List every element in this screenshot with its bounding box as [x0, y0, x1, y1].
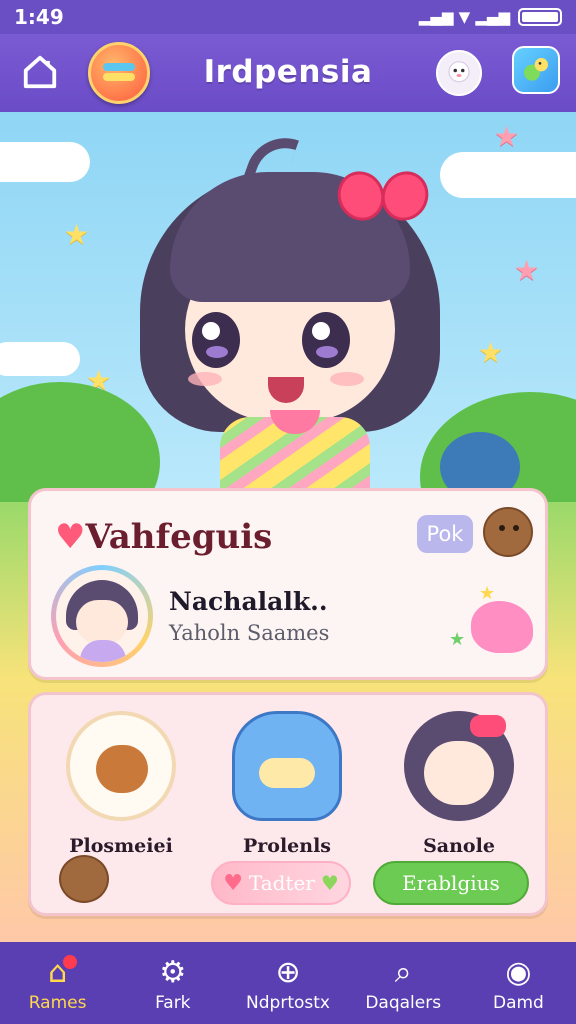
card-title: ♥Vahfeguis — [55, 517, 272, 557]
pok-badge[interactable]: Pok — [417, 515, 473, 553]
friend-label: Sanole — [423, 835, 495, 857]
add-icon: ⊕ — [275, 955, 301, 990]
avatar[interactable] — [51, 565, 153, 667]
avatar-image — [56, 570, 148, 662]
cloud — [440, 152, 576, 198]
later-button[interactable]: ♥ Tadter ♥ — [211, 861, 351, 905]
star-icon: ★ — [449, 629, 466, 650]
profile-card: ♥Vahfeguis Pok Nachalalk.. Yaholn Saames… — [28, 488, 548, 680]
bear-icon — [59, 855, 109, 903]
friends-card: Plosmeiei Prolenls Sanole ♥ Tadter ♥ Era… — [28, 692, 548, 916]
nav-item-daqalers[interactable]: ⌕ Daqalers — [346, 942, 461, 1024]
profile-icon: ◉ — [505, 955, 532, 990]
nav-item-fark[interactable]: ⚙ Fark — [115, 942, 230, 1024]
enable-button[interactable]: Erablgius — [373, 861, 529, 905]
avatar-body — [80, 640, 126, 662]
ghost-avatar-icon[interactable] — [436, 50, 482, 96]
star-icon: ★ — [514, 254, 540, 287]
cloud — [0, 142, 90, 182]
clock: 1:49 — [14, 5, 64, 29]
page-title: Irdpensia — [203, 54, 373, 90]
blush — [330, 372, 364, 386]
friend-label: Plosmeiei — [69, 835, 173, 857]
star-icon: ★ — [64, 218, 90, 251]
heart-icon: ♥ — [320, 871, 339, 895]
status-icons: ▂▄▆ ▼ ▂▄▆ — [419, 8, 562, 26]
cloud — [0, 342, 80, 376]
signal-icon: ▂▄▆ ▼ ▂▄▆ — [418, 8, 510, 26]
star-icon: ★ — [478, 336, 504, 369]
bow-icon — [338, 166, 428, 226]
heart-icon: ♥ — [223, 870, 243, 896]
app-header: Irdpensia — [0, 34, 576, 112]
profile-subtitle: Yaholn Saames — [169, 621, 330, 645]
avatar-face — [76, 600, 128, 644]
eye — [192, 312, 240, 368]
friend-item[interactable]: Plosmeiei — [51, 711, 191, 857]
app-logo-icon[interactable] — [88, 42, 150, 104]
eye — [302, 312, 350, 368]
card-title-text: Vahfeguis — [85, 517, 273, 557]
star-icon: ★ — [494, 120, 520, 153]
later-label: Tadter — [248, 871, 315, 895]
status-bar: 1:49 ▂▄▆ ▼ ▂▄▆ — [0, 0, 576, 34]
blush — [188, 372, 222, 386]
gear-icon: ⚙ — [159, 955, 187, 990]
critter-icon — [483, 507, 533, 557]
home-icon: ⌂ — [48, 953, 78, 993]
nav-label: Ndprtostx — [246, 993, 330, 1013]
search-icon: ⌕ — [394, 955, 412, 990]
nav-label: Fark — [155, 993, 191, 1013]
friend-item[interactable]: Prolenls — [217, 711, 357, 857]
heart-icon: ♥ — [55, 517, 86, 557]
nav-label: Damd — [492, 993, 544, 1013]
home-icon[interactable] — [18, 50, 62, 94]
sheep-avatar-icon — [66, 711, 176, 821]
mascot-character — [130, 126, 450, 507]
nav-item-ndprtostx[interactable]: ⊕ Ndprtostx — [230, 942, 345, 1024]
bottom-nav: ⌂ Rames ⚙ Fark ⊕ Ndprtostx ⌕ Daqalers ◉ … — [0, 942, 576, 1024]
friend-item[interactable]: Sanole — [389, 711, 529, 857]
nav-label: Daqalers — [365, 993, 442, 1013]
nav-label: Rames — [28, 993, 87, 1013]
pet-icon — [471, 601, 533, 653]
game-icon[interactable] — [512, 46, 560, 94]
notification-dot — [63, 955, 78, 969]
nav-item-damd[interactable]: ◉ Damd — [461, 942, 576, 1024]
friend-label: Prolenls — [242, 835, 331, 857]
nav-item-rames[interactable]: ⌂ Rames — [0, 942, 115, 1024]
profile-name: Nachalalk.. — [169, 587, 328, 616]
battery-icon — [518, 8, 562, 26]
blue-creature-avatar-icon — [232, 711, 342, 821]
girl-avatar-icon — [404, 711, 514, 821]
